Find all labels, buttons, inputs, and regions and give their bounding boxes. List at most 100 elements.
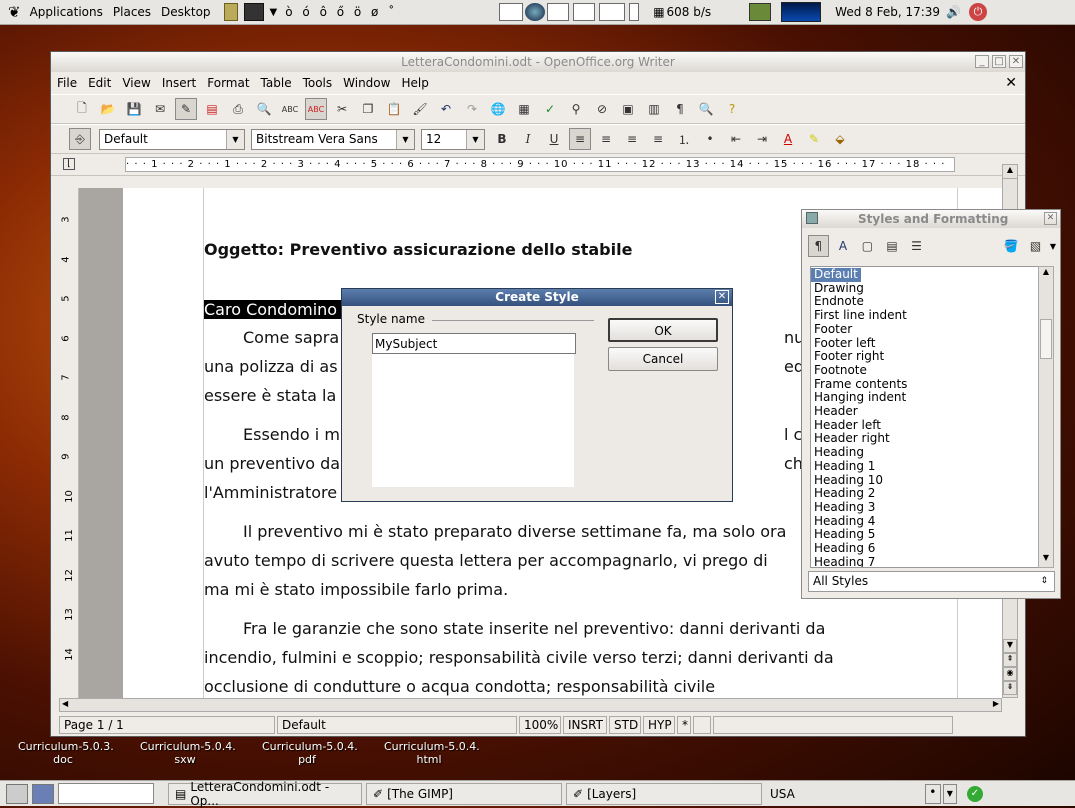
style-name-input[interactable] [372,333,576,354]
fill-format-icon[interactable]: 🪣 [1001,235,1022,257]
task-writer[interactable]: ▤ LetteraCondomini.odt - Op... [168,780,362,808]
keyboard-layout[interactable]: USA [770,787,795,801]
desktop-menu[interactable]: Desktop [156,0,216,25]
dropdown-arrow-icon[interactable]: ▼ [270,7,278,18]
character-styles-icon[interactable]: A [833,235,854,257]
copy-icon[interactable]: ❐ [357,98,379,120]
numbering-icon[interactable]: ⒈ [673,128,695,150]
chevron-down-icon[interactable]: ▼ [1050,242,1056,251]
scroll-left-icon[interactable]: ◀ [62,699,68,708]
applet-dropdown-icon[interactable]: ▼ [942,783,957,804]
menu-tools[interactable]: Tools [303,76,333,90]
horizontal-scrollbar[interactable]: ◀ ▶ [59,698,1002,712]
update-notifier-icon[interactable]: ✓ [966,785,983,802]
menu-format[interactable]: Format [207,76,249,90]
menu-window[interactable]: Window [343,76,390,90]
background-color-icon[interactable]: ⬙ [829,128,851,150]
export-pdf-icon[interactable]: ▤ [201,98,223,120]
status-hyp[interactable]: HYP [643,716,675,734]
menu-file[interactable]: File [57,76,77,90]
notes-icon[interactable] [223,3,238,21]
applications-menu[interactable]: Applications [25,0,108,25]
font-name-select[interactable]: Bitstream Vera Sans ▼ [251,128,415,150]
styles-list[interactable]: Default Drawing Endnote First line indent Fo… [810,266,1048,568]
save-icon[interactable]: 💾 [123,98,145,120]
scroll-right-icon[interactable]: ▶ [993,699,999,708]
style-item[interactable]: Header [811,404,1047,419]
cut-icon[interactable]: ✂ [331,98,353,120]
ok-button[interactable]: OK [608,318,718,342]
style-item[interactable]: Endnote [811,295,1047,309]
speaker-icon[interactable]: 🔊 [946,5,961,19]
close-document-icon[interactable]: ✕ [1005,75,1017,91]
italic-icon[interactable]: I [517,128,539,150]
align-right-icon[interactable]: ≡ [621,128,643,150]
prev-page-icon[interactable]: ⇞ [1003,653,1017,667]
desktop-icon[interactable]: Curriculum-5.0.3. doc [18,740,114,766]
edit-file-icon[interactable]: ✎ [175,98,197,120]
bullets-icon[interactable]: • [699,128,721,150]
new-style-icon[interactable]: ▧ [1025,235,1046,257]
style-item[interactable]: First line indent [811,308,1047,323]
menu-help[interactable]: Help [401,76,428,90]
desktop-icon[interactable]: Curriculum-5.0.4. html [384,740,480,766]
tab-stop-icon[interactable]: ⌊ [63,158,75,170]
undo-icon[interactable]: ↶ [435,98,457,120]
chevron-down-icon[interactable]: ▼ [226,129,244,149]
style-item[interactable]: Heading 7 [811,555,1047,567]
style-item[interactable]: Heading 1 [811,459,1047,474]
gnome-foot-icon[interactable]: ❦ [8,3,21,21]
paragraph-style-select[interactable]: Default ▼ [99,128,245,150]
email-icon[interactable]: ✉ [149,98,171,120]
nonprinting-chars-icon[interactable]: ¶ [669,98,691,120]
spellcheck-icon[interactable]: ABC [279,98,301,120]
highlight-icon[interactable]: ✎ [803,128,825,150]
paragraph-styles-icon[interactable]: ¶ [808,235,829,257]
desktop-icon[interactable]: Curriculum-5.0.4. pdf [262,740,358,766]
page-styles-icon[interactable]: ▤ [882,235,903,257]
close-window-button[interactable]: ✕ [1009,55,1023,68]
navigator-icon[interactable]: ⊘ [591,98,613,120]
style-item[interactable]: Drawing [811,281,1047,296]
scroll-down-icon[interactable]: ▼ [1039,553,1053,567]
show-draw-icon[interactable]: ✓ [539,98,561,120]
run-command-input[interactable] [58,783,154,804]
task-layers[interactable]: ✐ [Layers] [566,782,762,805]
workspace-1[interactable] [499,3,524,21]
table-icon[interactable]: ▦ [513,98,535,120]
window-titlebar[interactable]: LetteraCondomini.odt - OpenOffice.org Wr… [51,52,1025,72]
style-filter-select[interactable]: All Styles ⇕ [808,571,1055,592]
cancel-button[interactable]: Cancel [608,347,718,371]
frame-styles-icon[interactable]: ▢ [857,235,878,257]
style-item[interactable]: Default [811,267,861,282]
scroll-up-icon[interactable]: ▲ [1003,165,1017,179]
show-desktop-icon[interactable] [6,783,28,804]
style-item[interactable]: Frame contents [811,377,1047,392]
font-color-icon[interactable]: A [777,128,799,150]
align-center-icon[interactable]: ≡ [595,128,617,150]
dialog-titlebar[interactable]: Create Style ✕ [342,289,732,306]
scroll-up-icon[interactable]: ▲ [1039,267,1053,281]
menu-view[interactable]: View [122,76,150,90]
redo-icon[interactable]: ↷ [461,98,483,120]
maximize-button[interactable]: □ [992,55,1006,68]
style-item[interactable]: Heading 2 [811,487,1047,501]
style-item[interactable]: Heading 3 [811,500,1047,515]
style-item[interactable]: Heading 5 [811,528,1047,542]
places-menu[interactable]: Places [108,0,156,25]
menu-edit[interactable]: Edit [88,76,111,90]
style-item[interactable]: Footer left [811,336,1047,351]
gallery-icon[interactable]: ▣ [617,98,639,120]
vertical-ruler[interactable]: 3 4 5 6 7 8 9 10 11 12 13 14 [59,188,79,698]
justify-icon[interactable]: ≡ [647,128,669,150]
style-item[interactable]: Heading 4 [811,514,1047,529]
style-item[interactable]: Header left [811,418,1047,433]
horizontal-ruler[interactable]: ⌊ · · · 1 · · · 2 · · · 1 · · · 2 · · · … [51,154,1025,176]
style-item[interactable]: Header right [811,432,1047,446]
status-zoom[interactable]: 100% [519,716,561,734]
zoom-icon[interactable]: 🔍 [695,98,717,120]
hyperlink-icon[interactable]: 🌐 [487,98,509,120]
chevron-down-icon[interactable]: ▼ [466,129,484,149]
page-preview-icon[interactable]: 🔍 [253,98,275,120]
find-replace-icon[interactable]: ⚲ [565,98,587,120]
